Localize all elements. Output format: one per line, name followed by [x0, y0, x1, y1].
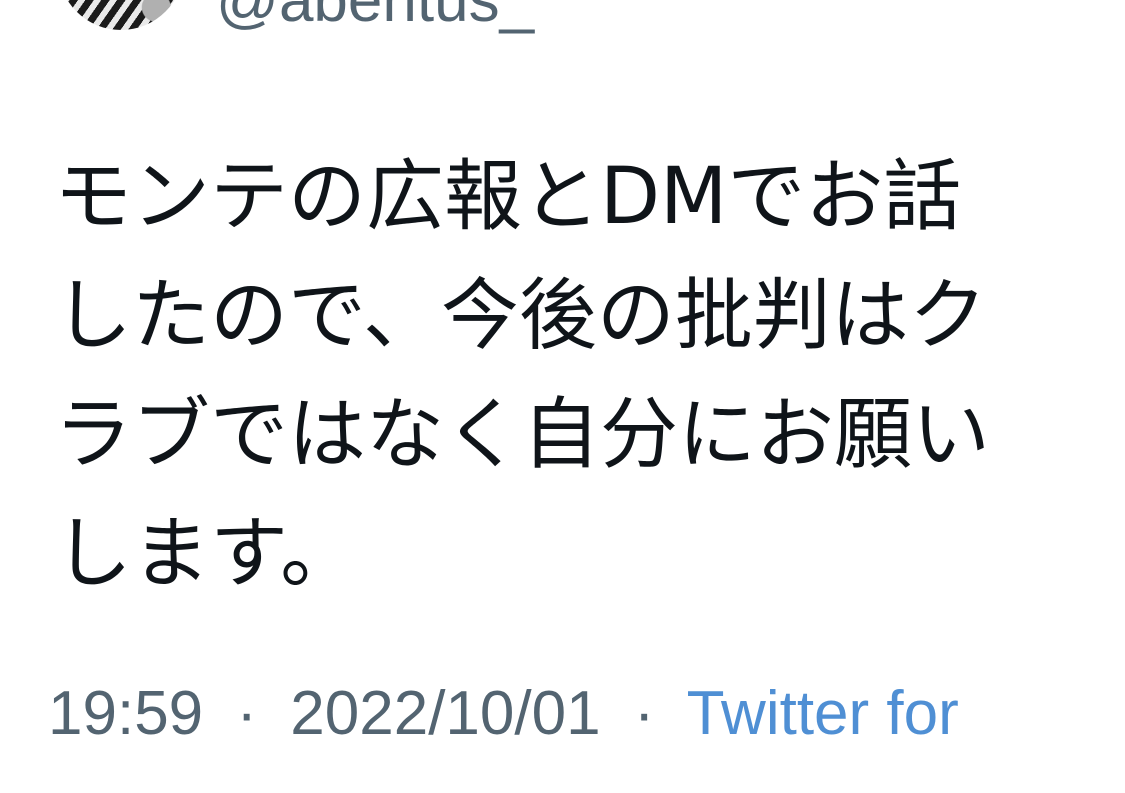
- tweet-meta: 19:59 · 2022/10/01 · Twitter for: [48, 676, 959, 752]
- tweet-source-link[interactable]: Twitter for: [687, 679, 959, 748]
- tweet-date[interactable]: 2022/10/01: [290, 679, 600, 748]
- meta-separator: ·: [236, 679, 258, 748]
- tweet-author: @abentus_: [0, 0, 1125, 40]
- avatar[interactable]: [58, 0, 184, 30]
- author-handle[interactable]: @abentus_: [216, 0, 534, 36]
- tweet-text: モンテの広報とDMでお話 したので、今後の批判はク ラブではなく自分にお願い し…: [54, 152, 991, 599]
- meta-separator: ·: [633, 679, 655, 748]
- tweet: @abentus_ モンテの広報とDMでお話 したので、今後の批判はク ラブでは…: [0, 0, 1125, 793]
- tweet-time[interactable]: 19:59: [48, 679, 203, 748]
